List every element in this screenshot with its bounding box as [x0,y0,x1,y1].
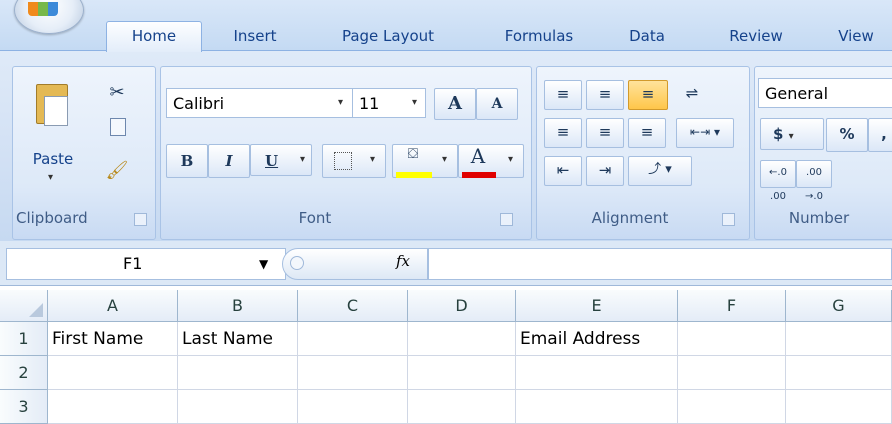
align-left-button[interactable]: ≡ [544,118,582,148]
clipboard-group-label: Clipboard [16,209,88,227]
alignment-group-label: Alignment [591,209,669,227]
cell-d2[interactable] [408,356,516,390]
shrink-font-button[interactable]: A [476,88,518,120]
font-color-glyph: A [470,144,486,168]
cell-b1[interactable]: Last Name [178,322,298,356]
cell-e2[interactable] [516,356,678,390]
percent-button[interactable]: % [826,118,868,152]
paste-button[interactable]: Paste [20,150,86,168]
number-format-field[interactable]: General [758,78,892,108]
cell-c3[interactable] [298,390,408,424]
clipboard-launcher-icon[interactable] [134,213,147,226]
orientation-button[interactable]: ⤴ ▾ [628,156,692,186]
formula-bar-grip-icon [290,256,304,270]
font-color-dropdown-icon[interactable]: ▾ [508,154,513,165]
number-group-label: Number [788,209,850,227]
cut-icon[interactable]: ✂ [104,82,130,103]
column-header-b[interactable]: B [178,290,298,322]
tab-view[interactable]: View [820,22,892,50]
currency-button[interactable]: $ ▾ [760,118,824,150]
tab-formulas[interactable]: Formulas [480,22,598,50]
align-top-button[interactable]: ≡ [544,80,582,110]
italic-button[interactable]: I [208,144,250,178]
grow-font-button[interactable]: A [434,88,476,120]
name-box[interactable]: F1 ▼ [6,248,286,280]
align-right-button[interactable]: ≡ [628,118,666,148]
cell-f1[interactable] [678,322,786,356]
wrap-text-icon[interactable]: ⇌ [674,80,710,108]
cell-d3[interactable] [408,390,516,424]
cell-a3[interactable] [48,390,178,424]
cell-g1[interactable] [786,322,892,356]
alignment-launcher-icon[interactable] [722,213,735,226]
align-bottom-button[interactable]: ≡ [628,80,668,110]
borders-dropdown-icon[interactable]: ▾ [370,154,375,165]
column-header-a[interactable]: A [48,290,178,322]
select-all-button[interactable] [0,290,48,322]
font-color-swatch [462,172,496,178]
row-header-2[interactable]: 2 [0,356,48,390]
font-name-field[interactable]: Calibri [166,88,354,118]
cell-c2[interactable] [298,356,408,390]
column-header-e[interactable]: E [516,290,678,322]
tab-data[interactable]: Data [612,22,682,50]
font-name-dropdown-icon[interactable]: ▾ [338,97,343,108]
font-group-label: Font [298,209,332,227]
tab-page-layout[interactable]: Page Layout [318,22,458,50]
insert-function-button[interactable]: fx [396,252,410,270]
fill-bucket-icon: ⛋ [407,146,419,162]
decrease-decimal-button[interactable]: .00 →.0 [796,160,832,202]
tab-insert[interactable]: Insert [220,22,290,50]
tab-review[interactable]: Review [708,22,804,50]
cell-a1[interactable]: First Name [48,322,178,356]
tab-home[interactable]: Home [106,21,202,52]
align-middle-button[interactable]: ≡ [586,80,624,110]
font-launcher-icon[interactable] [500,213,513,226]
underline-dropdown-icon[interactable]: ▾ [300,154,305,165]
select-all-icon [29,303,43,317]
increase-indent-button[interactable]: ⇥ [586,156,624,186]
paste-dropdown-icon[interactable]: ▾ [48,172,53,183]
column-header-d[interactable]: D [408,290,516,322]
name-box-value: F1 [123,254,143,273]
office-logo-icon [28,2,58,16]
row-header-1[interactable]: 1 [0,322,48,356]
column-header-g[interactable]: G [786,290,892,322]
align-center-button[interactable]: ≡ [586,118,624,148]
cell-a2[interactable] [48,356,178,390]
decrease-indent-button[interactable]: ⇤ [544,156,582,186]
cell-e1[interactable]: Email Address [516,322,678,356]
cell-f3[interactable] [678,390,786,424]
copy-icon[interactable] [110,118,126,136]
column-header-f[interactable]: F [678,290,786,322]
cell-f2[interactable] [678,356,786,390]
fill-color-swatch [396,172,432,178]
merge-center-button[interactable]: ⇤⇥ ▾ [676,118,734,148]
cell-g3[interactable] [786,390,892,424]
cell-d1[interactable] [408,322,516,356]
increase-decimal-button[interactable]: ←.0 .00 [760,160,796,202]
comma-button[interactable]: , [868,118,892,152]
bold-button[interactable]: B [166,144,208,178]
format-painter-icon[interactable]: 🖌 [104,160,130,181]
paste-sheet-icon [44,96,68,126]
borders-button[interactable] [322,144,386,178]
row-header-3[interactable]: 3 [0,390,48,424]
formula-input[interactable] [428,248,892,280]
column-header-c[interactable]: C [298,290,408,322]
currency-glyph: $ [773,125,784,143]
cell-b2[interactable] [178,356,298,390]
cell-c1[interactable] [298,322,408,356]
borders-icon [334,152,352,170]
fill-color-dropdown-icon[interactable]: ▾ [442,154,447,165]
cell-g2[interactable] [786,356,892,390]
cell-b3[interactable] [178,390,298,424]
font-size-dropdown-icon[interactable]: ▾ [412,97,417,108]
currency-dropdown-icon: ▾ [788,131,794,142]
name-box-dropdown-icon[interactable]: ▼ [259,249,268,279]
cell-e3[interactable] [516,390,678,424]
